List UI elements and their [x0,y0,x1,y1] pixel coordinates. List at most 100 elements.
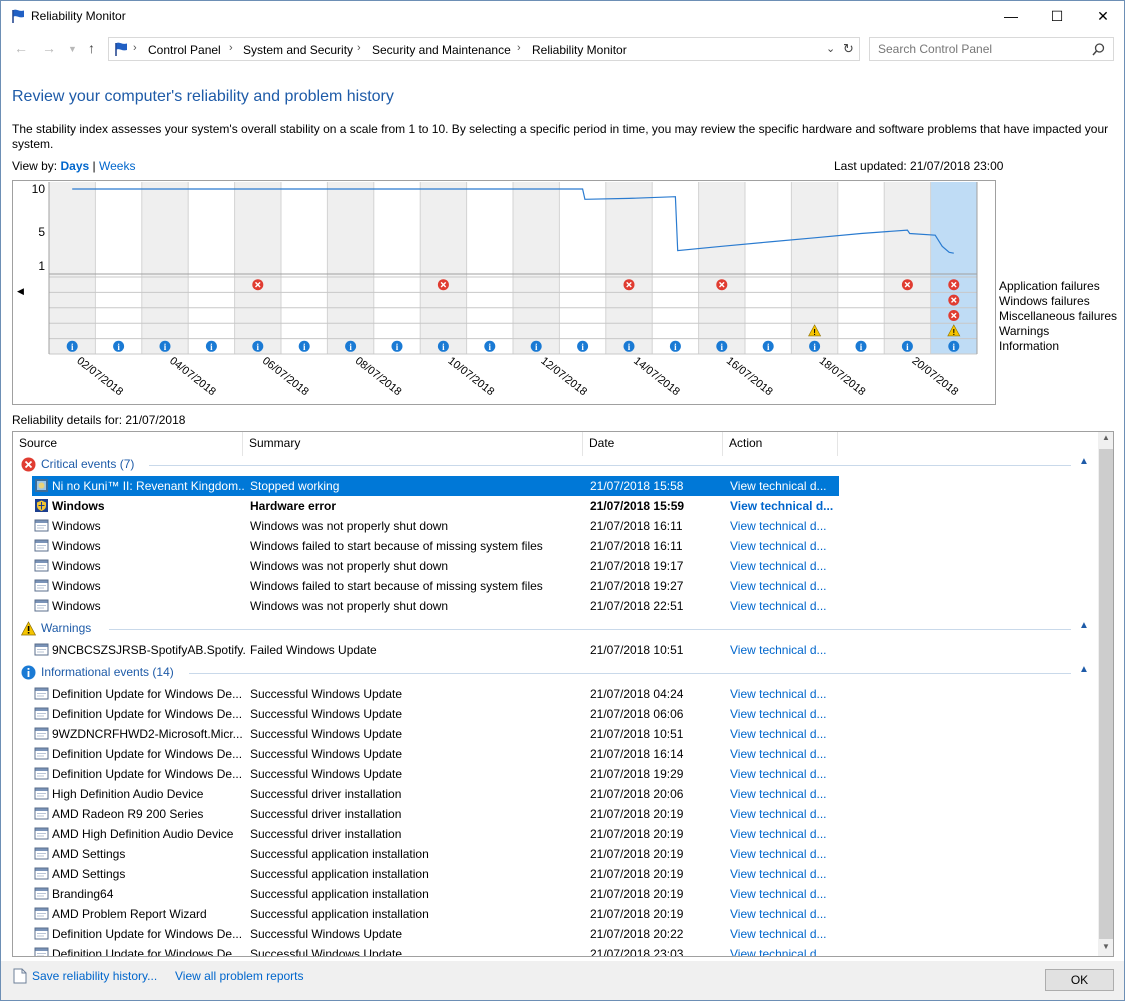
title-bar[interactable]: Reliability Monitor — ☐ ✕ [1,1,1124,32]
ok-button[interactable]: OK [1045,969,1114,991]
collapse-chevron-icon[interactable]: ▲ [1079,456,1089,467]
row-date: 21/07/2018 10:51 [590,643,684,657]
search-input[interactable] [878,39,1088,59]
up-arrow-icon[interactable]: ↑ [88,40,95,56]
view-technical-details-link[interactable]: View technical d... [730,519,835,533]
window-icon [34,578,49,593]
maximize-button[interactable]: ☐ [1034,1,1080,32]
view-technical-details-link[interactable]: View technical d... [730,579,835,593]
row-summary: Successful driver installation [250,827,402,841]
group-header-informational-events[interactable]: Informational events (14) ▲ [21,664,1091,682]
table-row[interactable]: Branding64 Successful application instal… [32,884,839,904]
table-row[interactable]: Definition Update for Windows De... Succ… [32,924,839,944]
row-source: High Definition Audio Device [52,787,204,801]
view-technical-details-link[interactable]: View technical d... [730,827,835,841]
view-technical-details-link[interactable]: View technical d... [730,539,835,553]
row-date: 21/07/2018 20:06 [590,787,684,801]
view-all-problem-reports-link[interactable]: View all problem reports [175,969,304,983]
address-dropdown-chevron-icon[interactable]: ⌄ [826,42,835,55]
row-source: Definition Update for Windows De... [52,947,243,957]
column-header-summary[interactable]: Summary [243,432,583,456]
stability-chart-svg[interactable]: 1051! !i i i i i i i i i i i i i i i i i i i i02/07/2018 04/0… [13,181,995,404]
scroll-up-arrow-icon[interactable]: ▲ [1102,433,1110,442]
window-icon [34,846,49,861]
group-header-warnings[interactable]: Warnings ▲ [20,620,1091,638]
table-row[interactable]: Windows Windows was not properly shut do… [32,516,839,536]
breadcrumb-control-panel[interactable]: Control Panel [148,43,221,57]
view-technical-details-link[interactable]: View technical d... [730,727,835,741]
info-icon [21,665,36,683]
table-row[interactable]: High Definition Audio Device Successful … [32,784,839,804]
back-arrow-icon[interactable]: ← [14,40,28,56]
view-technical-details-link[interactable]: View technical d... [730,887,835,901]
table-row[interactable]: Ni no Kuni™ II: Revenant Kingdom... Stop… [32,476,839,496]
table-row[interactable]: Definition Update for Windows De... Succ… [32,744,839,764]
view-technical-details-link[interactable]: View technical d... [730,599,835,613]
breadcrumb-security-and-maintenance[interactable]: Security and Maintenance [372,43,511,57]
view-technical-details-link[interactable]: View technical d... [730,687,835,701]
table-row[interactable]: AMD High Definition Audio Device Success… [32,824,839,844]
table-row[interactable]: Windows Hardware error 21/07/2018 15:59 … [32,496,839,516]
table-row[interactable]: Windows Windows was not properly shut do… [32,596,839,616]
minimize-button[interactable]: — [988,1,1034,32]
table-row[interactable]: Definition Update for Windows De... Succ… [32,684,839,704]
view-technical-details-link[interactable]: View technical d... [730,867,835,881]
table-row[interactable]: AMD Settings Successful application inst… [32,844,839,864]
breadcrumb-system-and-security[interactable]: System and Security [243,43,353,57]
view-technical-details-link[interactable]: View technical d... [730,767,835,781]
collapse-chevron-icon[interactable]: ▲ [1079,664,1089,675]
row-source: Branding64 [52,887,114,901]
row-date: 21/07/2018 20:22 [590,927,684,941]
page-description: The stability index assesses your system… [12,122,1109,151]
row-summary: Successful application installation [250,907,429,921]
table-row[interactable]: Definition Update for Windows De... Succ… [32,944,839,957]
table-row[interactable]: Windows Windows failed to start because … [32,536,839,556]
group-header-critical-events[interactable]: Critical events (7) ▲ [21,456,1091,474]
row-source: Windows [52,579,101,593]
table-row[interactable]: AMD Radeon R9 200 Series Successful driv… [32,804,839,824]
table-row[interactable]: Windows Windows was not properly shut do… [32,556,839,576]
search-icon[interactable] [1092,43,1105,56]
view-technical-details-link[interactable]: View technical d... [730,499,835,513]
scroll-down-arrow-icon[interactable]: ▼ [1102,942,1110,951]
vertical-scrollbar[interactable]: ▲ ▼ [1098,432,1113,956]
view-technical-details-link[interactable]: View technical d... [730,479,835,493]
view-weeks-link[interactable]: Weeks [99,159,135,173]
table-row[interactable]: Definition Update for Windows De... Succ… [32,704,839,724]
collapse-chevron-icon[interactable]: ▲ [1079,620,1089,631]
table-row[interactable]: AMD Settings Successful application inst… [32,864,839,884]
breadcrumb-separator-icon: › [229,42,233,54]
save-reliability-history-link[interactable]: Save reliability history... [32,969,157,983]
column-header-source[interactable]: Source [13,432,243,456]
close-button[interactable]: ✕ [1080,1,1125,32]
table-row[interactable]: Definition Update for Windows De... Succ… [32,764,839,784]
refresh-icon[interactable]: ↻ [843,41,854,57]
breadcrumb-reliability-monitor[interactable]: Reliability Monitor [532,43,627,57]
view-technical-details-link[interactable]: View technical d... [730,559,835,573]
view-technical-details-link[interactable]: View technical d... [730,927,835,941]
forward-arrow-icon[interactable]: → [42,40,56,56]
scroll-left-arrow-icon[interactable]: ◀ [17,286,24,297]
stability-chart[interactable]: 10 5 1!! i i i i i i i i i i i i i i i i i i i i 02/07/2018 04/0… [12,180,996,405]
view-days-link[interactable]: Days [60,159,89,173]
table-row[interactable]: Windows Windows failed to start because … [32,576,839,596]
day-column [327,182,374,354]
view-technical-details-link[interactable]: View technical d... [730,907,835,921]
view-technical-details-link[interactable]: View technical d... [730,807,835,821]
view-technical-details-link[interactable]: View technical d... [730,707,835,721]
reliability-details-list[interactable]: Source Summary Date ˆ Action Critical ev… [12,431,1114,957]
table-row[interactable]: AMD Problem Report Wizard Successful app… [32,904,839,924]
table-row[interactable]: 9WZDNCRFHWD2-Microsoft.Micr... Successfu… [32,724,839,744]
row-date: 21/07/2018 19:17 [590,559,684,573]
column-header-action[interactable]: Action [723,432,838,456]
view-technical-details-link[interactable]: View technical d... [730,847,835,861]
table-row[interactable]: 9NCBCSZSJRSB-SpotifyAB.Spotify... Failed… [32,640,839,660]
view-technical-details-link[interactable]: View technical d... [730,787,835,801]
view-technical-details-link[interactable]: View technical d... [730,947,835,956]
view-technical-details-link[interactable]: View technical d... [730,643,835,657]
address-bar[interactable]: › Control Panel › System and Security › … [108,37,860,61]
column-header-date[interactable]: Date [583,432,723,456]
scrollbar-thumb[interactable] [1099,449,1113,939]
view-technical-details-link[interactable]: View technical d... [730,747,835,761]
recent-locations-chevron-icon[interactable]: ▼ [68,44,77,54]
